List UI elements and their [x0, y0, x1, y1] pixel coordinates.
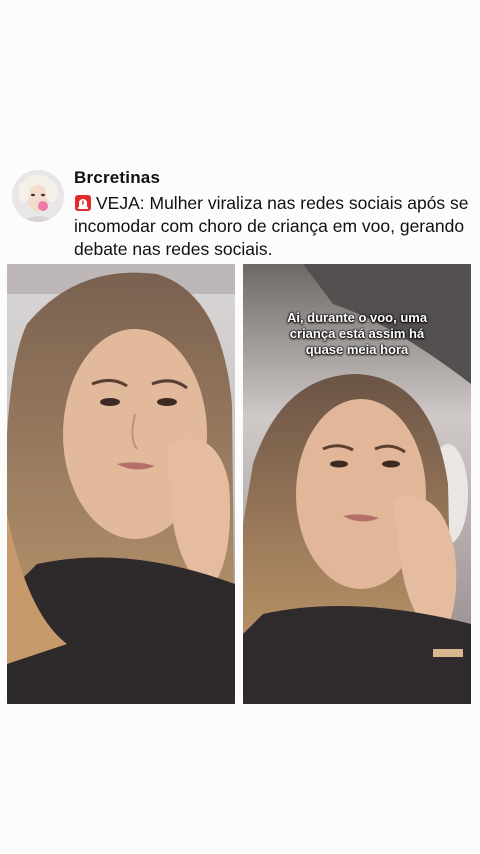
video-subtitle: Ai, durante o voo, uma criança está assi… — [243, 310, 471, 358]
author-name[interactable]: Brcretinas — [74, 168, 160, 188]
subtitle-line-2: criança está assim há — [289, 326, 425, 341]
post-caption: VEJA: Mulher viraliza nas redes sociais … — [74, 192, 470, 261]
caption-text: VEJA: Mulher viraliza nas redes sociais … — [74, 193, 469, 259]
author-avatar[interactable] — [12, 170, 64, 222]
rotating-light-icon — [74, 194, 92, 212]
photo-left[interactable] — [7, 264, 235, 704]
subtitle-line-3: quase meia hora — [305, 342, 409, 357]
woman-photo-image — [7, 264, 235, 704]
post-card: Brcretinas VEJA: Mulher viraliza nas red… — [0, 0, 480, 854]
subtitle-line-1: Ai, durante o voo, uma — [286, 310, 428, 325]
photo-right[interactable]: Ai, durante o voo, uma criança está assi… — [243, 264, 471, 704]
